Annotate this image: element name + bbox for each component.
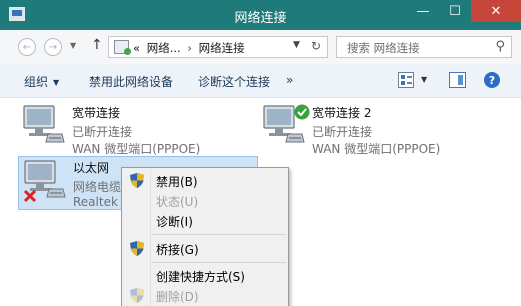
uac-shield-icon [130,173,144,188]
recent-locations-dropdown-icon[interactable]: ▼ [70,41,76,50]
connection-status: 网络电缆 [73,180,122,194]
menu-item-create-shortcut[interactable]: 创建快捷方式(S) [122,265,288,286]
more-commands-button[interactable]: » [286,73,293,87]
close-button[interactable]: ✕ [471,0,521,22]
menu-item-label: 创建快捷方式(S) [156,270,245,284]
menu-item-status[interactable]: 状态(U) [122,190,288,211]
organize-label: 组织 [24,75,49,89]
change-view-icon[interactable] [398,72,414,88]
window-controls: — ☐ ✕ [407,0,521,30]
address-bar[interactable]: « 网络... › 网络连接 ▼ ↻ [108,36,328,58]
uac-shield-icon [130,241,144,256]
connection-name: 宽带连接 [72,106,121,120]
refresh-button[interactable]: ↻ [311,39,321,53]
menu-item-label: 禁用(B) [156,175,198,189]
search-icon[interactable]: ⚲ [495,39,505,54]
connection-name: 以太网 [73,161,110,175]
address-dropdown-icon[interactable]: ▼ [293,40,300,50]
help-button[interactable]: ? [484,72,500,88]
connection-status: 已断开连接 [72,125,133,139]
menu-item-bridge[interactable]: 桥接(G) [122,238,288,259]
menu-item-label: 删除(D) [156,290,199,304]
breadcrumb-item-connections[interactable]: 网络连接 [199,41,245,55]
menu-item-disable[interactable]: 禁用(B) [122,170,288,191]
disable-device-button[interactable]: 禁用此网络设备 [89,73,173,90]
uac-shield-icon [130,288,144,303]
connection-device: WAN 微型端口(PPPOE) [312,142,441,156]
connection-item-broadband-2[interactable]: 宽带连接 2 已断开连接 WAN 微型端口(PPPOE) [258,102,498,156]
search-placeholder: 搜索 网络连接 [347,41,420,55]
menu-separator [152,234,286,235]
context-menu: 禁用(B) 状态(U) 诊断(I) 桥接(G) 创建快捷方式(S) 删除(D) [121,167,289,306]
network-location-icon [114,40,131,55]
view-options-dropdown-icon[interactable]: ▼ [421,75,427,84]
red-x-icon [23,189,37,203]
breadcrumb: « 网络... › 网络连接 [133,40,245,56]
title-bar: 网络连接 — ☐ ✕ [0,0,521,30]
breadcrumb-item-network[interactable]: 网络... [147,41,181,55]
up-button[interactable]: ↑ [91,37,103,53]
forward-button[interactable]: → [44,38,62,56]
maximize-button[interactable]: ☐ [439,0,471,22]
network-adapter-icon [22,104,66,146]
menu-item-label: 诊断(I) [156,215,193,229]
address-row: ← → ▼ ↑ « 网络... › 网络连接 ▼ ↻ 搜索 网络连接 ⚲ [0,30,521,64]
minimize-button[interactable]: — [407,0,439,22]
breadcrumb-separator[interactable]: › [187,41,192,55]
breadcrumb-overflow[interactable]: « [133,41,140,55]
connection-name: 宽带连接 2 [312,106,372,120]
connection-status: 已断开连接 [312,125,373,139]
search-input[interactable]: 搜索 网络连接 ⚲ [336,36,512,58]
back-button[interactable]: ← [18,38,36,56]
command-bar: 组织 ▼ 禁用此网络设备 诊断这个连接 » ▼ ? [0,64,521,98]
connection-item-broadband[interactable]: 宽带连接 已断开连接 WAN 微型端口(PPPOE) [18,102,258,156]
menu-separator [152,262,286,263]
menu-item-delete[interactable]: 删除(D) [122,285,288,306]
menu-item-label: 状态(U) [156,195,199,209]
connection-device: WAN 微型端口(PPPOE) [72,142,201,156]
organize-menu[interactable]: 组织 ▼ [24,73,59,90]
diagnose-button[interactable]: 诊断这个连接 [198,73,270,90]
menu-item-label: 桥接(G) [156,243,199,257]
chevron-down-icon: ▼ [53,78,60,87]
menu-item-diagnose[interactable]: 诊断(I) [122,210,288,231]
check-icon [294,104,310,120]
preview-pane-icon[interactable] [449,72,466,88]
